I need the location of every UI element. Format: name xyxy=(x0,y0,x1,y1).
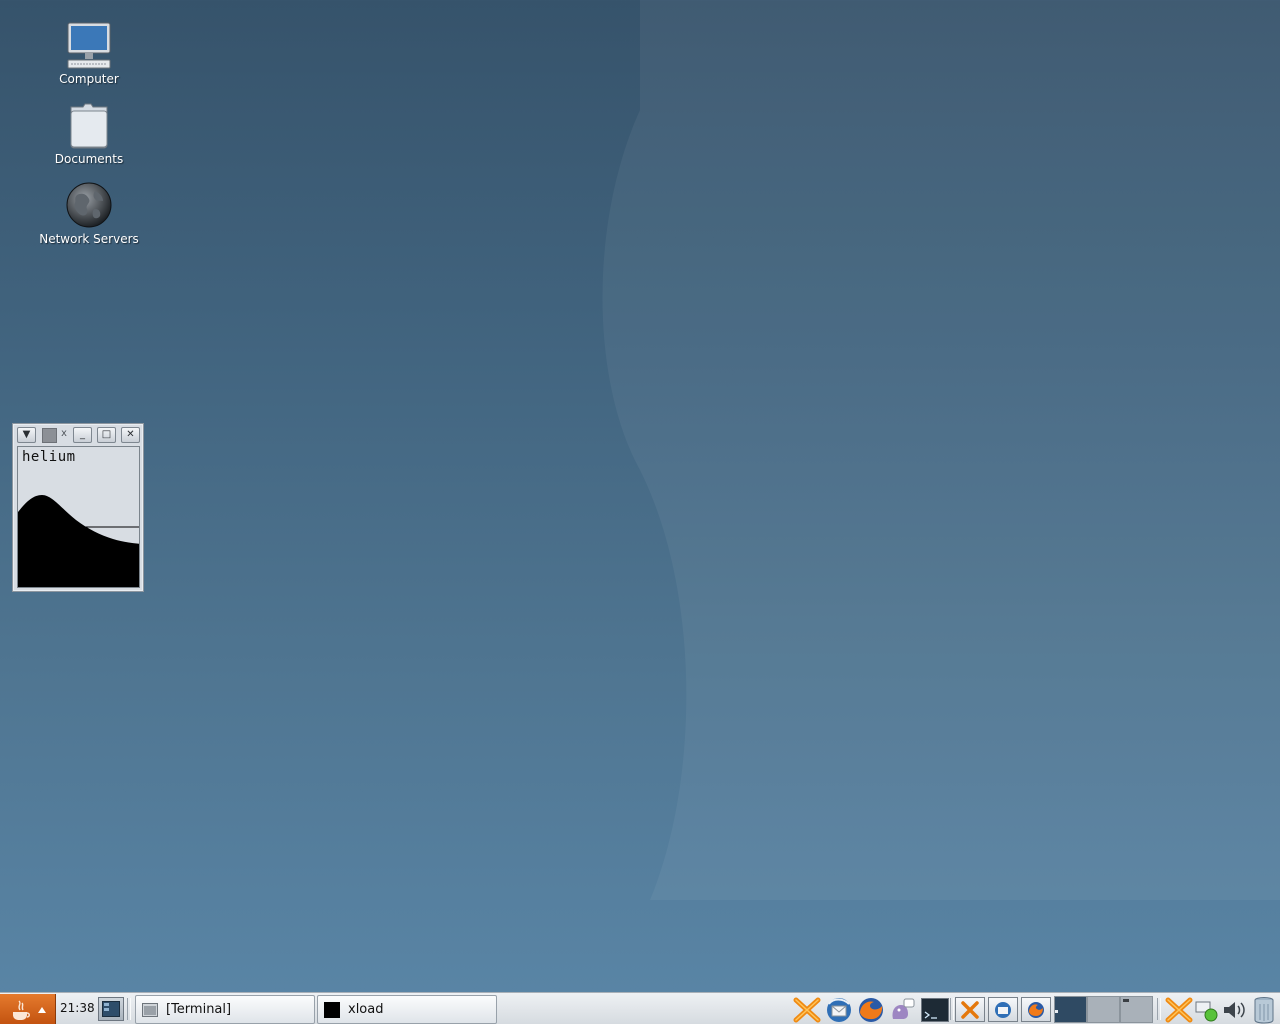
show-desktop-button[interactable] xyxy=(98,997,124,1021)
xload-window-icon xyxy=(324,1001,340,1018)
terminal-icon xyxy=(921,998,949,1022)
folder-icon xyxy=(64,100,114,150)
java-cup-icon xyxy=(12,1000,30,1020)
thunderbird-icon xyxy=(995,1001,1011,1018)
launcher-firefox[interactable] xyxy=(857,997,885,1023)
desktop-icon xyxy=(102,1001,120,1017)
xload-window[interactable]: ▼ x _ □ ✕ helium xyxy=(12,423,144,592)
pager-window-marker xyxy=(1123,999,1129,1002)
panel-clock[interactable]: 21:38 xyxy=(60,1001,95,1015)
pager-window-marker xyxy=(1055,1010,1058,1013)
close-button[interactable]: ✕ xyxy=(121,427,140,443)
taskbar-button-xload[interactable]: xload xyxy=(317,995,497,1024)
thunderbird-icon xyxy=(827,998,851,1022)
crossover-icon xyxy=(793,997,821,1023)
terminal-window-icon xyxy=(142,1002,158,1017)
maximize-icon: □ xyxy=(101,429,112,440)
launcher-pidgin[interactable] xyxy=(887,997,915,1023)
launcher-thunderbird[interactable] xyxy=(825,997,853,1023)
launcher-crossover[interactable] xyxy=(793,997,821,1023)
tray-button-firefox[interactable] xyxy=(1021,997,1051,1022)
desktop-icon-computer[interactable]: Computer xyxy=(29,20,149,86)
crossover-icon xyxy=(961,1000,979,1019)
pidgin-icon xyxy=(892,998,915,1019)
minimize-button[interactable]: _ xyxy=(73,427,92,443)
taskbar-button-label: xload xyxy=(348,1002,384,1017)
panel-separator xyxy=(1157,998,1161,1020)
desktop-icon-label: Computer xyxy=(59,72,119,86)
desktop-icon-network-servers[interactable]: Network Servers xyxy=(29,180,149,246)
status-volume[interactable] xyxy=(1220,997,1248,1023)
globe-icon xyxy=(64,180,114,230)
tray-button-thunderbird[interactable] xyxy=(988,997,1018,1022)
network-status-icon xyxy=(1195,1001,1218,1022)
taskbar-button-terminal[interactable]: [Terminal] xyxy=(135,995,315,1024)
window-menu-button[interactable]: ▼ xyxy=(17,427,36,443)
workspace-1[interactable] xyxy=(1054,996,1087,1023)
window-title: x xyxy=(61,428,68,439)
taskbar-button-label: [Terminal] xyxy=(166,1002,232,1017)
desktop-icon-label: Documents xyxy=(54,152,124,166)
trash-icon xyxy=(1254,997,1274,1024)
crossover-icon xyxy=(1165,997,1193,1023)
tray-button-crossover[interactable] xyxy=(955,997,985,1022)
close-icon: ✕ xyxy=(126,429,135,440)
panel-separator xyxy=(127,998,131,1020)
bottom-panel: 21:38 [Terminal] xload xyxy=(0,992,1280,1024)
xload-graph: helium xyxy=(17,446,140,588)
window-titlebar[interactable]: ▼ x _ □ ✕ xyxy=(17,427,140,444)
status-network[interactable] xyxy=(1193,997,1221,1023)
panel-separator xyxy=(950,998,954,1020)
firefox-icon xyxy=(1028,1001,1044,1018)
desktop-icon-documents[interactable]: Documents xyxy=(29,100,149,166)
window-icon xyxy=(42,428,57,443)
maximize-button[interactable]: □ xyxy=(97,427,116,443)
workspace-2[interactable] xyxy=(1087,996,1120,1023)
desktop-wallpaper-wave xyxy=(602,0,1280,900)
chevron-down-icon: ▼ xyxy=(22,429,31,440)
workspace-3[interactable] xyxy=(1120,996,1153,1023)
launcher-terminal[interactable] xyxy=(921,997,949,1023)
chevron-up-icon xyxy=(37,1006,46,1013)
status-trash[interactable] xyxy=(1250,997,1278,1024)
volume-icon xyxy=(1224,1002,1245,1018)
computer-icon xyxy=(64,20,114,70)
main-menu-button[interactable] xyxy=(0,994,56,1024)
load-graph-area xyxy=(18,495,139,587)
firefox-icon xyxy=(859,998,883,1022)
desktop-icon-label: Network Servers xyxy=(39,232,139,246)
minimize-icon: _ xyxy=(80,429,85,440)
status-crossover[interactable] xyxy=(1165,997,1193,1023)
